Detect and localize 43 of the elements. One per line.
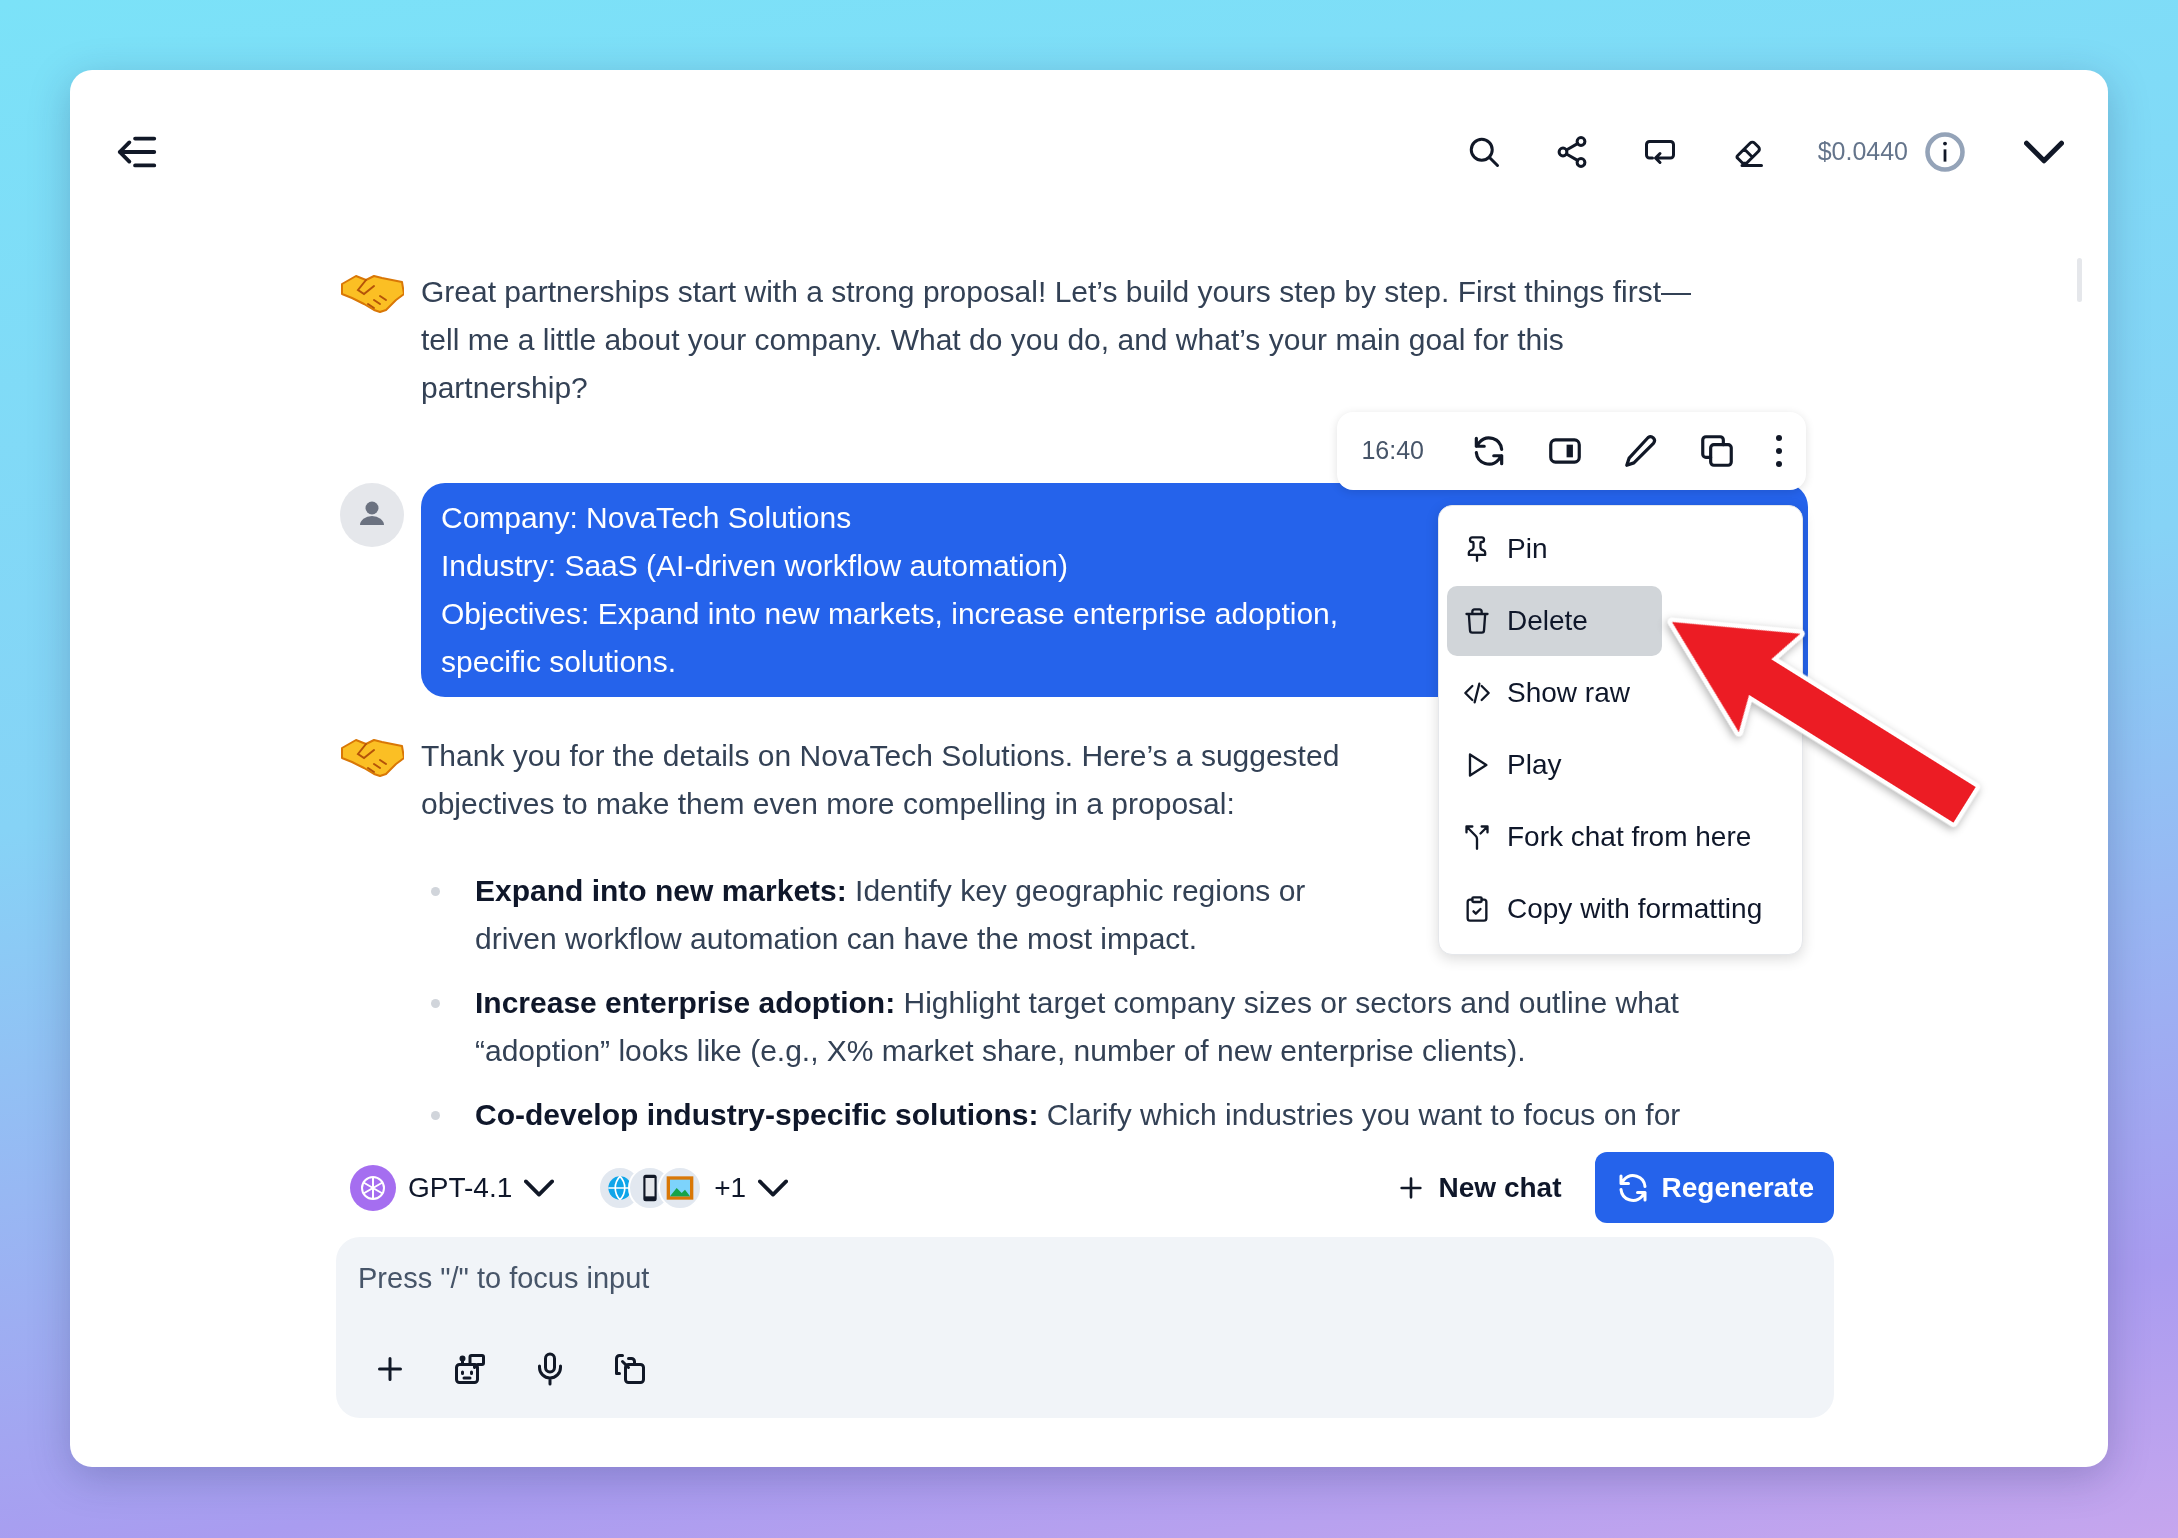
message-line: specific solutions. bbox=[441, 644, 677, 680]
copy-icon[interactable] bbox=[1698, 432, 1736, 470]
menu-item[interactable]: Show raw bbox=[1447, 658, 1683, 728]
timestamp-text: 16:40 bbox=[1361, 435, 1424, 467]
user-avatar bbox=[340, 483, 404, 547]
menu-item[interactable]: Play bbox=[1447, 730, 1794, 800]
message-line: Co-develop industry-specific solutions: Clarify which industries you want to focus on for bbox=[475, 1097, 1681, 1133]
message-line: “adoption” looks like (e.g., X% market share, number of new enterprise clients). bbox=[475, 1033, 1526, 1069]
chevron-down-icon bbox=[524, 1178, 555, 1197]
bullet-dot bbox=[431, 1111, 440, 1120]
trash-icon bbox=[1463, 607, 1491, 635]
more-options-icon[interactable] bbox=[1774, 433, 1784, 469]
message-line: tell me a little about your company. What do you do, and what’s your main goal for this bbox=[421, 322, 1564, 358]
new-chat-button[interactable]: New chat bbox=[1384, 1158, 1572, 1217]
chevron-down-icon[interactable] bbox=[2024, 140, 2064, 164]
message-line: partnership? bbox=[421, 370, 588, 406]
menu-item[interactable]: Copy with formatting bbox=[1447, 874, 1794, 944]
scrollbar-thumb[interactable] bbox=[2077, 258, 2082, 302]
bullet-dot bbox=[431, 999, 440, 1008]
fork-icon bbox=[1463, 823, 1491, 851]
message-line: driven workflow automation can have the most impact. bbox=[475, 921, 1197, 957]
message-line: Thank you for the details on NovaTech Solutions. Here’s a suggested bbox=[421, 738, 1340, 774]
menu-item[interactable]: Delete bbox=[1447, 586, 1662, 656]
message-line: Objectives: Expand into new markets, increase enterprise adoption, bbox=[441, 596, 1339, 632]
cost-text: $0.0440 bbox=[1817, 136, 1908, 168]
chevron-down-icon bbox=[758, 1178, 789, 1197]
model-selector[interactable]: GPT-4.1 bbox=[350, 1164, 555, 1211]
model-logo-icon bbox=[350, 1164, 396, 1211]
message-line: Great partnerships start with a strong proposal! Let’s build yours step by step. First things first— bbox=[421, 274, 1691, 310]
menu-item[interactable]: Pin bbox=[1447, 514, 1794, 584]
bullet-dot bbox=[431, 887, 440, 896]
message-line: Increase enterprise adoption: Highlight target company sizes or sectors and outline what bbox=[475, 985, 1679, 1021]
tools-selector[interactable]: +1 bbox=[598, 1165, 789, 1210]
message-line: Company: NovaTech Solutions bbox=[441, 500, 852, 536]
regenerate-button[interactable]: Regenerate bbox=[1595, 1152, 1834, 1223]
message-line: objectives to make them even more compelling in a proposal: bbox=[421, 786, 1235, 822]
info-icon[interactable] bbox=[1924, 131, 1966, 173]
robot-icon[interactable] bbox=[452, 1351, 488, 1387]
copies-icon[interactable] bbox=[612, 1351, 648, 1387]
message-input[interactable]: Press "/" to focus input bbox=[358, 1259, 958, 1299]
message-line: Expand into new markets: Identify key geographic regions or bbox=[475, 873, 1306, 909]
menu-item[interactable]: Fork chat from here bbox=[1447, 802, 1794, 872]
message-line: Industry: SaaS (AI-driven workflow automation) bbox=[441, 548, 1068, 584]
